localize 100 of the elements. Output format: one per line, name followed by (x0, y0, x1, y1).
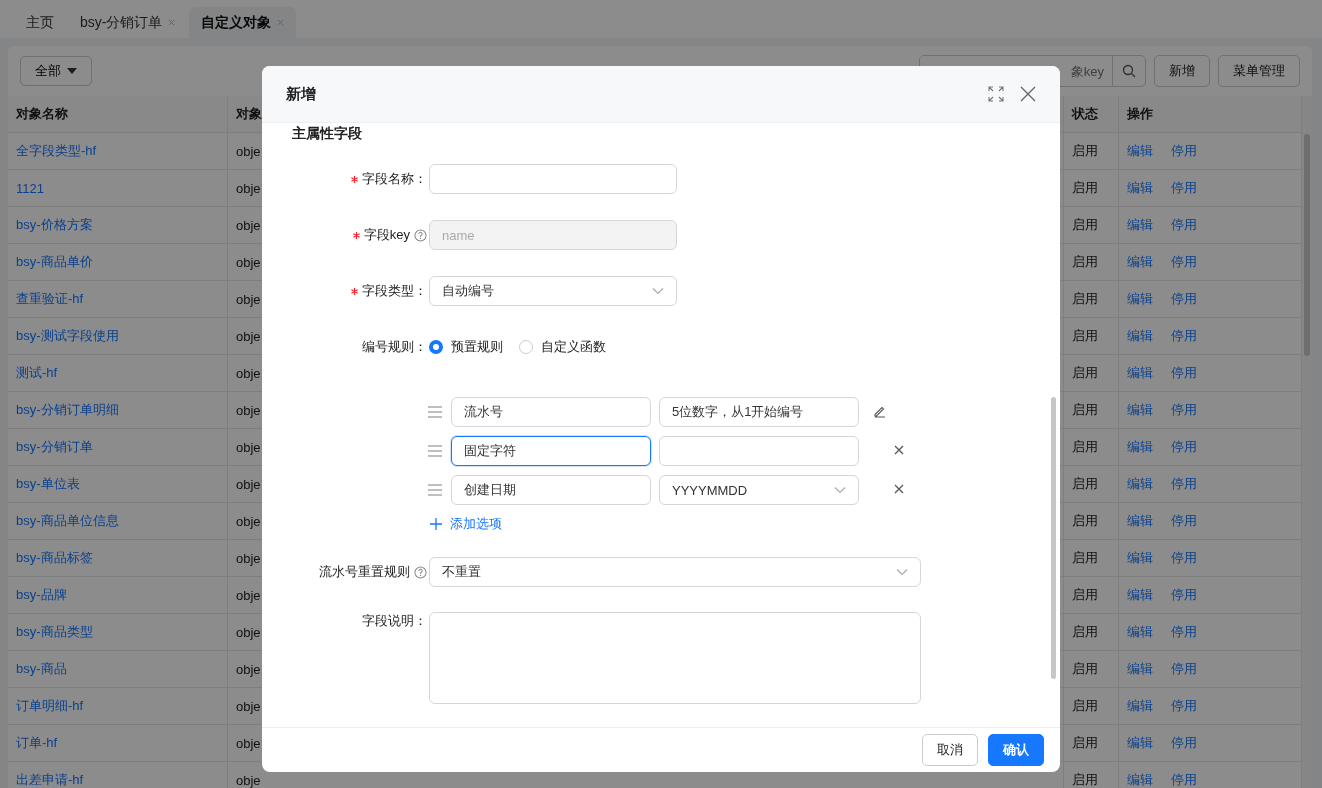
action-link[interactable]: 停用 (1171, 623, 1197, 641)
status-text: 启用 (1072, 253, 1098, 271)
action-link[interactable]: 编辑 (1127, 142, 1153, 160)
action-link[interactable]: 停用 (1171, 216, 1197, 234)
plus-icon (430, 518, 442, 530)
action-link[interactable]: 编辑 (1127, 512, 1153, 530)
close-icon[interactable] (893, 443, 905, 456)
action-link[interactable]: 编辑 (1127, 438, 1153, 456)
input-field[interactable] (429, 164, 677, 194)
action-link[interactable]: 编辑 (1127, 586, 1153, 604)
action-link[interactable]: 编辑 (1127, 216, 1153, 234)
action-link[interactable]: 停用 (1171, 660, 1197, 678)
drag-handle-icon[interactable] (427, 405, 443, 419)
status-text: 启用 (1072, 512, 1098, 530)
add-option-button[interactable]: 添加选项 (427, 514, 508, 534)
action-link[interactable]: 编辑 (1127, 327, 1153, 345)
object-link[interactable]: bsy-商品标签 (16, 549, 93, 567)
object-link[interactable]: bsy-商品单位信息 (16, 512, 119, 530)
table-cell: obje (236, 587, 261, 603)
action-link[interactable]: 编辑 (1127, 179, 1153, 197)
action-link[interactable]: 停用 (1171, 253, 1197, 271)
action-link[interactable]: 停用 (1171, 734, 1197, 752)
object-link[interactable]: 订单-hf (16, 734, 58, 752)
object-link[interactable]: 测试-hf (16, 364, 58, 382)
action-link[interactable]: 停用 (1171, 179, 1197, 197)
input-field[interactable]: 流水号 (451, 397, 651, 427)
table-cell: obje (236, 698, 261, 714)
drag-handle-icon[interactable] (427, 483, 443, 497)
cancel-button[interactable]: 取消 (922, 734, 978, 766)
action-link[interactable]: 停用 (1171, 142, 1197, 160)
action-link[interactable]: 停用 (1171, 438, 1197, 456)
select-field[interactable]: 自动编号 (429, 276, 677, 306)
action-link[interactable]: 停用 (1171, 697, 1197, 715)
radio-option[interactable]: 自定义函数 (519, 338, 606, 356)
action-link[interactable]: 停用 (1171, 549, 1197, 567)
radio-option[interactable]: 预置规则 (429, 338, 503, 356)
status-text: 启用 (1072, 734, 1098, 752)
select-field[interactable]: YYYYMMDD (659, 475, 859, 505)
object-link[interactable]: 1121 (16, 180, 44, 196)
help-icon[interactable] (414, 565, 427, 579)
text-area[interactable] (429, 612, 921, 704)
action-link[interactable]: 编辑 (1127, 549, 1153, 567)
action-link[interactable]: 编辑 (1127, 364, 1153, 382)
action-link[interactable]: 编辑 (1127, 253, 1153, 271)
expand-icon[interactable] (988, 86, 1004, 102)
tab[interactable]: bsy-分销订单 (68, 7, 188, 38)
object-link[interactable]: bsy-商品类型 (16, 623, 93, 641)
action-link[interactable]: 停用 (1171, 771, 1197, 788)
status-text: 启用 (1072, 216, 1098, 234)
table-cell: obje (236, 365, 261, 381)
search-icon[interactable] (1122, 64, 1136, 78)
input-field[interactable]: 创建日期 (451, 475, 651, 505)
tab[interactable]: 主页 (14, 7, 66, 38)
action-link[interactable]: 停用 (1171, 327, 1197, 345)
action-link[interactable]: 停用 (1171, 512, 1197, 530)
action-link[interactable]: 编辑 (1127, 401, 1153, 419)
object-link[interactable]: bsy-分销订单明细 (16, 401, 119, 419)
object-link[interactable]: 订单明细-hf (16, 697, 84, 715)
status-text: 启用 (1072, 290, 1098, 308)
scrollbar[interactable] (1302, 96, 1312, 788)
action-link[interactable]: 编辑 (1127, 734, 1153, 752)
object-link[interactable]: bsy-商品 (16, 660, 67, 678)
object-link[interactable]: bsy-分销订单 (16, 438, 93, 456)
object-link[interactable]: bsy-单位表 (16, 475, 80, 493)
toolbar-button[interactable]: 菜单管理 (1218, 55, 1300, 87)
action-link[interactable]: 编辑 (1127, 475, 1153, 493)
select-field[interactable]: 不重置 (429, 557, 921, 587)
chevron-down-icon (834, 486, 846, 494)
object-link[interactable]: bsy-商品单价 (16, 253, 93, 271)
table-cell: obje (236, 735, 261, 751)
object-link[interactable]: bsy-测试字段使用 (16, 327, 119, 345)
action-link[interactable]: 编辑 (1127, 697, 1153, 715)
action-link[interactable]: 编辑 (1127, 771, 1153, 788)
confirm-button[interactable]: 确认 (988, 734, 1044, 766)
toolbar-button[interactable]: 新增 (1154, 55, 1210, 87)
close-icon[interactable] (893, 482, 905, 495)
object-link[interactable]: 全字段类型-hf (16, 142, 97, 160)
object-link[interactable]: bsy-价格方案 (16, 216, 93, 234)
object-link[interactable]: 出差申请-hf (16, 771, 84, 788)
object-link[interactable]: bsy-品牌 (16, 586, 67, 604)
action-link[interactable]: 停用 (1171, 364, 1197, 382)
drag-handle-icon[interactable] (427, 444, 443, 458)
object-link[interactable]: 查重验证-hf (16, 290, 84, 308)
table-cell: obje (236, 143, 261, 159)
action-link[interactable]: 编辑 (1127, 290, 1153, 308)
action-link[interactable]: 停用 (1171, 290, 1197, 308)
filter-dropdown[interactable]: 全部 (20, 56, 92, 86)
input-field[interactable] (659, 436, 859, 466)
tab[interactable]: 自定义对象 (189, 7, 297, 38)
action-link[interactable]: 停用 (1171, 475, 1197, 493)
action-link[interactable]: 编辑 (1127, 660, 1153, 678)
action-link[interactable]: 停用 (1171, 401, 1197, 419)
field-label: 字段类型： (362, 282, 427, 300)
field-label: 流水号重置规则 (319, 563, 410, 581)
status-text: 启用 (1072, 586, 1098, 604)
input-field[interactable]: 固定字符 (451, 436, 651, 466)
close-icon[interactable] (1020, 86, 1036, 102)
input-field[interactable]: 5位数字，从1开始编号 (659, 397, 859, 427)
action-link[interactable]: 停用 (1171, 586, 1197, 604)
action-link[interactable]: 编辑 (1127, 623, 1153, 641)
